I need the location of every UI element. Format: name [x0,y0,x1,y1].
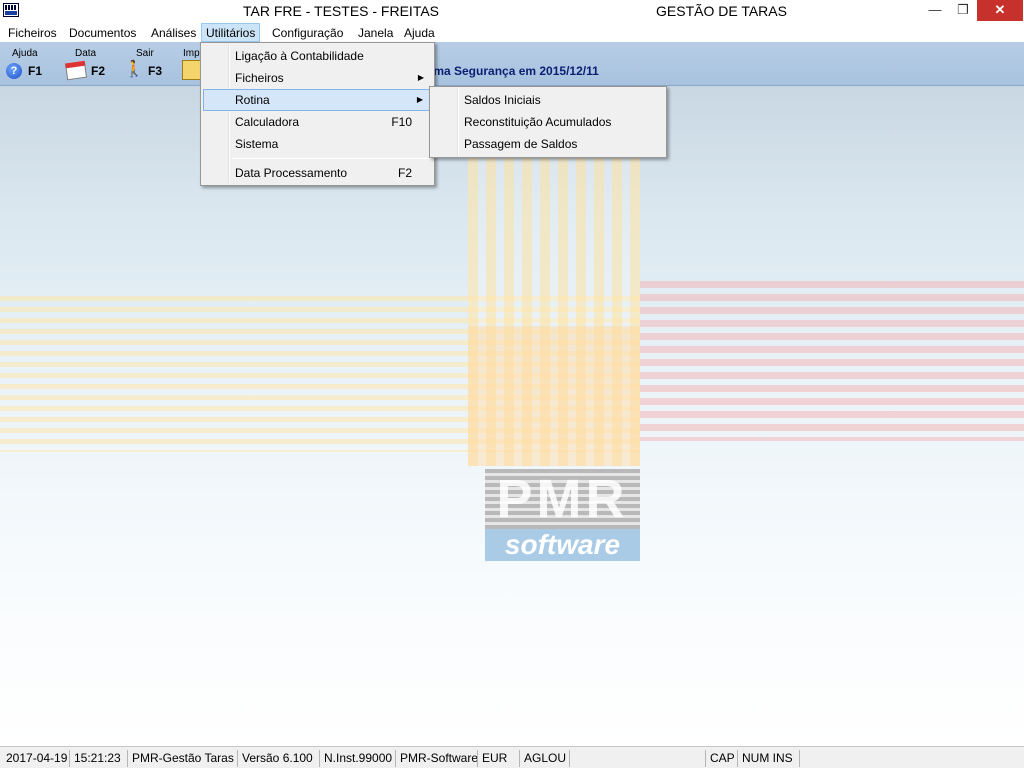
help-tool-button[interactable]: Ajuda ? F1 [6,46,46,84]
exit-tool-button[interactable]: Sair 🚶 F3 [124,46,166,84]
status-version: Versão 6.100 [238,750,320,767]
shortcut-label: F2 [397,166,412,180]
exit-tool-label: Sair [136,48,154,59]
submenu-item-reconstituicao-acumulados[interactable]: Reconstituição Acumulados [432,111,664,133]
menu-analises[interactable]: Análises [146,23,201,42]
status-vendor: PMR-Software [396,750,478,767]
menu-ajuda[interactable]: Ajuda [399,23,440,42]
close-button[interactable]: ✕ [977,0,1023,21]
submenu-item-label: Saldos Iniciais [464,93,541,107]
toolbar: Ajuda ? F1 Data F2 Sair 🚶 F3 Imp tima Se… [0,42,1024,86]
menu-documentos[interactable]: Documentos [64,23,141,42]
status-user: AGLOU [520,750,570,767]
menu-item-label: Sistema [235,137,279,151]
status-caps: CAP [706,750,738,767]
submenu-arrow-icon: ▶ [417,73,424,82]
status-date: 2017-04-19 [2,750,70,767]
menu-item-label: Rotina [235,93,270,107]
menu-bar: Ficheiros Documentos Análises Utilitário… [0,22,1024,42]
help-icon: ? [6,63,22,79]
status-installation: N.Inst.99000 [320,750,396,767]
module-title: GESTÃO DE TARAS [656,3,787,19]
software-logo-text: software [485,529,640,561]
print-tool-button[interactable]: Imp [182,46,202,84]
mdi-workspace: PMR software [0,86,1024,746]
status-bar: 2017-04-19 15:21:23 PMR-Gestão Taras Ver… [0,746,1024,768]
print-icon [182,60,202,80]
status-product: PMR-Gestão Taras [128,750,238,767]
title-bar: TAR FRE - TESTES - FREITAS GESTÃO DE TAR… [0,0,1024,22]
menu-item-rotina[interactable]: Rotina ▶ [203,89,432,111]
help-tool-label: Ajuda [12,48,38,59]
menu-configuracao[interactable]: Configuração [267,23,348,42]
last-backup-text: tima Segurança em 2015/12/11 [426,64,599,78]
submenu-arrow-icon: ▶ [416,95,423,104]
status-num-ins: NUM INS [738,750,800,767]
shortcut-label: F10 [391,115,412,129]
menu-item-label: Ficheiros [235,71,284,85]
utilitarios-menu: Ligação à Contabilidade Ficheiros ▶ Roti… [200,42,435,186]
exit-tool-key: F3 [148,64,163,78]
menu-item-label: Data Processamento [235,166,348,180]
pmr-logo-text: PMR [485,469,640,529]
menu-item-data-processamento[interactable]: Data Processamento F2 [203,162,432,184]
background-stripes-right [640,281,1024,441]
date-tool-label: Data [75,48,97,59]
menu-item-ficheiros[interactable]: Ficheiros ▶ [203,67,432,89]
date-tool-key: F2 [91,64,106,78]
status-currency: EUR [478,750,520,767]
print-tool-label: Imp [183,48,200,59]
submenu-item-saldos-iniciais[interactable]: Saldos Iniciais [432,89,664,111]
menu-separator [232,158,432,159]
menu-item-sistema[interactable]: Sistema [203,133,432,155]
menu-item-ligacao-contabilidade[interactable]: Ligação à Contabilidade [203,45,432,67]
submenu-item-passagem-saldos[interactable]: Passagem de Saldos [432,133,664,155]
status-message [570,750,706,767]
maximize-button[interactable]: ❐ [949,0,977,21]
submenu-item-label: Passagem de Saldos [464,137,578,151]
rotina-submenu: Saldos Iniciais Reconstituição Acumulado… [429,86,667,158]
menu-utilitarios[interactable]: Utilitários [201,23,261,42]
menu-item-label: Ligação à Contabilidade [235,49,364,63]
app-title: TAR FRE - TESTES - FREITAS [243,3,440,19]
minimize-button[interactable]: — [921,0,949,21]
submenu-item-label: Reconstituição Acumulados [464,115,612,129]
menu-janela[interactable]: Janela [353,23,398,42]
calendar-icon [64,60,88,81]
help-tool-key: F1 [28,64,43,78]
status-time: 15:21:23 [70,750,128,767]
menu-item-calculadora[interactable]: Calculadora F10 [203,111,432,133]
menu-item-label: Calculadora [235,115,300,129]
menu-ficheiros[interactable]: Ficheiros [3,23,62,42]
app-icon[interactable] [3,3,19,17]
background-logo-panel [468,326,640,466]
exit-icon: 🚶 [124,61,144,78]
date-tool-button[interactable]: Data F2 [64,46,108,84]
